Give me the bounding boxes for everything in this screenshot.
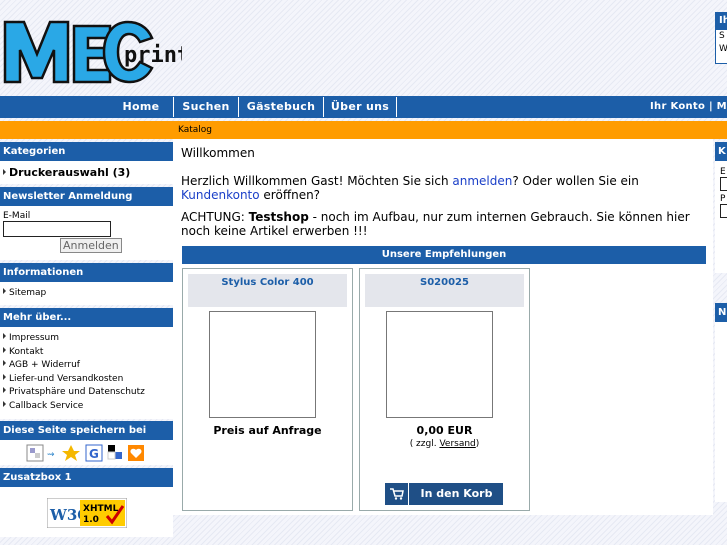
right-sidebar: K E P N (715, 142, 727, 502)
sitemap-link[interactable]: Sitemap (9, 288, 46, 298)
newsletter-title: Newsletter Anmeldung (0, 187, 173, 206)
callback-link[interactable]: Callback Service (9, 401, 83, 411)
more-link: Callback Service (3, 400, 170, 414)
info-links: Sitemap (0, 282, 173, 305)
mister-wong-icon[interactable]: ⇝ (47, 450, 55, 460)
recommendations-header: Unsere Empfehlungen (182, 246, 706, 264)
main-navigation: Home Suchen Gästebuch Über uns Ihr Konto… (0, 96, 727, 118)
nav-guestbook[interactable]: Gästebuch (239, 96, 323, 118)
more-link: AGB + Widerruf (3, 359, 170, 373)
product-name[interactable]: Stylus Color 400 (188, 274, 347, 307)
cart-icon (385, 483, 409, 505)
main-content: Willkommen Herzlich Willkommen Gast! Möc… (173, 139, 713, 515)
account-info-box: Ih S W (715, 12, 727, 64)
login-email-field[interactable] (720, 177, 727, 191)
login-link[interactable]: anmelden (452, 174, 512, 188)
greeting-part: eröffnen? (259, 188, 321, 202)
extra-box-title: Zusatzbox 1 (0, 468, 173, 487)
product-image[interactable] (386, 311, 493, 418)
account-box-title: Ih (716, 13, 727, 30)
star-icon[interactable] (61, 445, 80, 461)
product-card: Stylus Color 400 Preis auf Anfrage (182, 268, 353, 511)
breadcrumb[interactable]: Katalog (178, 121, 212, 139)
right-box-title: K (715, 142, 727, 161)
login-password-field[interactable] (720, 204, 727, 218)
product-price: 0,00 EUR (416, 424, 473, 437)
nav-account[interactable]: Ihr Konto | M (650, 96, 727, 118)
login-label: P (720, 194, 726, 204)
login-label: E (720, 167, 726, 177)
product-image[interactable] (209, 311, 316, 418)
arrow-icon (3, 387, 6, 393)
info-title: Informationen (0, 263, 173, 282)
logo-subtext: print (124, 43, 182, 68)
nav-divider (396, 97, 397, 117)
svg-text:1.0: 1.0 (83, 515, 99, 525)
arrow-icon (3, 169, 6, 175)
more-link: Impressum (3, 332, 170, 346)
category-list: Druckerauswahl (3) (0, 161, 173, 184)
w3c-xhtml-badge[interactable]: W3C XHTML 1.0 (46, 497, 128, 529)
greeting-part: ? Oder wollen Sie ein (512, 174, 639, 188)
shipping-prefix: ( zzgl. (409, 439, 440, 449)
breadcrumb-bar: Katalog (0, 121, 727, 139)
arrow-icon (3, 288, 6, 294)
more-link: Privatsphäre und Datenschutz (3, 386, 170, 400)
email-label: E-Mail (3, 211, 31, 221)
arrow-icon (3, 346, 6, 353)
category-link[interactable]: Druckerauswahl (3) (9, 166, 130, 179)
extra-box: W3C XHTML 1.0 (0, 487, 173, 537)
shipping-note: ( zzgl. Versand) (360, 439, 529, 449)
right-box-title: N (715, 303, 727, 322)
create-account-link[interactable]: Kundenkonto (181, 188, 260, 202)
header: print Ih S W (0, 0, 727, 96)
shipping-link[interactable]: Versand (439, 439, 475, 449)
more-about-title: Mehr über... (0, 308, 173, 327)
nav-about[interactable]: Über uns (324, 96, 396, 118)
arrow-icon (3, 373, 6, 380)
bookmark-icons: ⇝ G (0, 440, 173, 465)
site-logo[interactable]: print (2, 16, 190, 84)
shipping-suffix: ) (475, 439, 480, 449)
account-box-line: W (719, 44, 727, 54)
subscribe-button[interactable]: Anmelden (60, 238, 122, 253)
arrow-icon (3, 333, 6, 339)
add-to-cart-button[interactable]: In den Korb (385, 483, 503, 505)
login-box: E P (715, 161, 727, 273)
warning-bold: Testshop (248, 210, 309, 224)
greeting-text: Herzlich Willkommen Gast! Möchten Sie si… (181, 174, 713, 202)
product-name[interactable]: S020025 (365, 274, 524, 307)
account-box-line: S (719, 31, 725, 41)
nav-home[interactable]: Home (110, 96, 172, 118)
nav-search[interactable]: Suchen (174, 96, 238, 118)
arrow-icon (3, 360, 6, 366)
svg-text:XHTML: XHTML (83, 504, 119, 514)
newsletter-form: E-Mail Anmelden (0, 206, 173, 260)
bookmark-title: Diese Seite speichern bei (0, 421, 173, 440)
product-price: Preis auf Anfrage (213, 424, 322, 437)
more-link: Liefer-und Versandkosten (3, 373, 170, 387)
arrow-icon (3, 400, 6, 407)
delicious-squares-icon[interactable] (107, 451, 115, 460)
left-sidebar: Kategorien Druckerauswahl (3) Newsletter… (0, 142, 173, 537)
terms-link[interactable]: AGB + Widerruf (9, 360, 80, 370)
warning-text: ACHTUNG: Testshop - noch im Aufbau, nur … (181, 210, 713, 238)
warning-prefix: ACHTUNG: (181, 210, 249, 224)
categories-title: Kategorien (0, 142, 173, 161)
privacy-link[interactable]: Privatsphäre und Datenschutz (9, 387, 145, 397)
email-field[interactable] (3, 221, 111, 237)
contact-link[interactable]: Kontakt (9, 347, 43, 357)
more-link: Kontakt (3, 346, 170, 360)
product-card: S020025 0,00 EUR ( zzgl. Versand) In den… (359, 268, 530, 511)
add-to-cart-label: In den Korb (420, 487, 493, 500)
svg-text:G: G (89, 447, 99, 461)
greeting-part: Herzlich Willkommen Gast! Möchten Sie si… (181, 174, 453, 188)
page-title: Willkommen (181, 146, 255, 160)
impressum-link[interactable]: Impressum (9, 333, 59, 343)
right-box (715, 322, 727, 502)
more-about-links: Impressum Kontakt AGB + Widerruf Liefer-… (0, 327, 173, 419)
shipping-costs-link[interactable]: Liefer-und Versandkosten (9, 374, 123, 384)
